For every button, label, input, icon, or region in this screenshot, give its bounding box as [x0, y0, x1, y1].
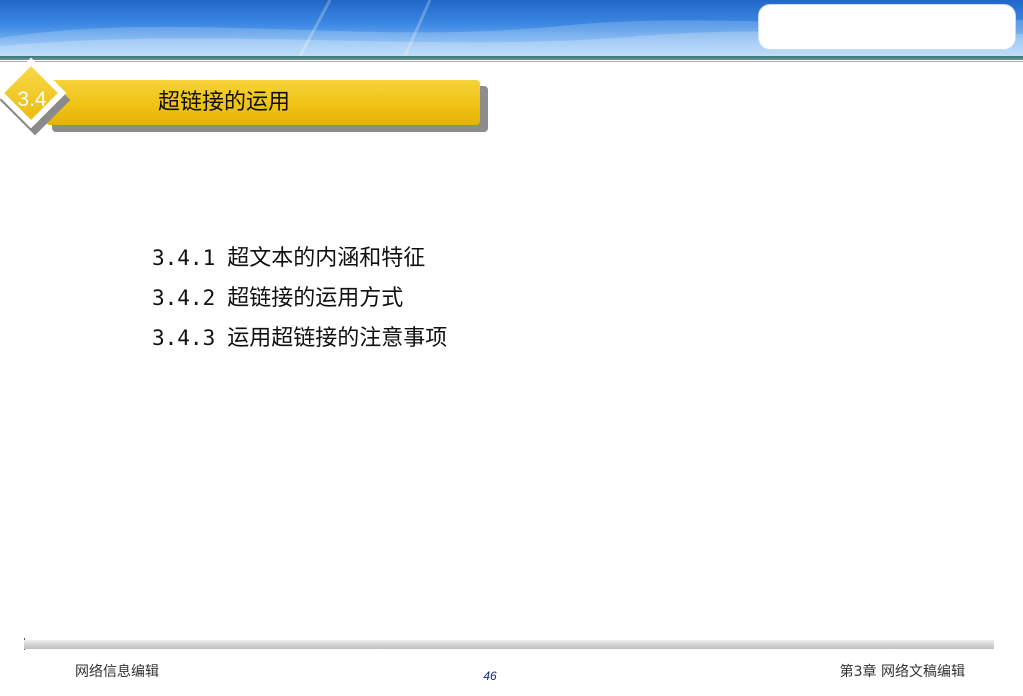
footer-course-name: 网络信息编辑 [75, 664, 159, 680]
subsection-title: 运用超链接的注意事项 [227, 326, 448, 351]
header-divider [0, 56, 1023, 60]
page-number: 46 [483, 669, 497, 683]
subsection-item[interactable]: 3.4.1 超文本的内涵和特征 [152, 238, 447, 278]
subsection-item[interactable]: 3.4.2 超链接的运用方式 [152, 278, 447, 318]
section-number: 3.4 [17, 88, 47, 111]
footer-chapter-name: 第3章 网络文稿编辑 [839, 664, 965, 680]
subsection-item[interactable]: 3.4.3 运用超链接的注意事项 [152, 318, 447, 358]
subsection-title: 超文本的内涵和特征 [227, 246, 426, 271]
subsection-number: 3.4.1 [152, 246, 216, 270]
header-divider-thin [0, 61, 1023, 62]
subsection-list: 3.4.1 超文本的内涵和特征 3.4.2 超链接的运用方式 3.4.3 运用超链接的… [152, 238, 447, 358]
footer-bar [24, 640, 994, 649]
section-title: 超链接的运用 [158, 90, 291, 115]
subsection-number: 3.4.3 [152, 326, 216, 350]
subsection-title: 超链接的运用方式 [227, 286, 404, 311]
header-title-box [758, 4, 1016, 50]
subsection-number: 3.4.2 [152, 286, 216, 310]
